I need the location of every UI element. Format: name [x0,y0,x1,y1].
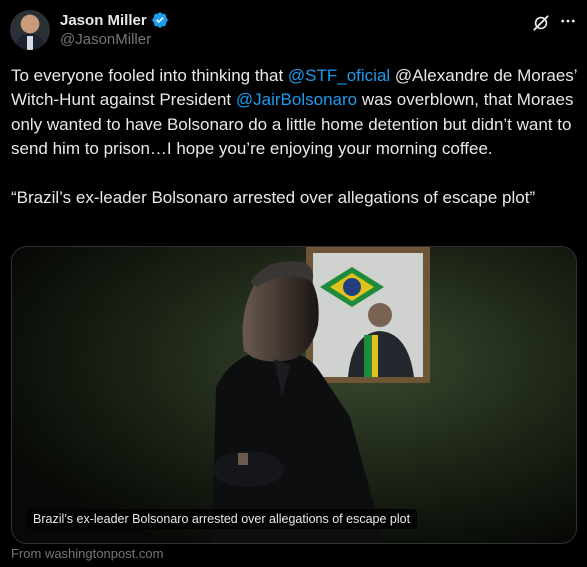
mention-jair-bolsonaro[interactable]: @JairBolsonaro [236,90,357,109]
card-caption[interactable]: Brazil’s ex-leader Bolsonaro arrested ov… [26,509,418,529]
author-name-row: Jason Miller [60,11,169,29]
author-avatar[interactable] [10,10,50,50]
article-photo [12,247,576,543]
post-text: To everyone fooled into thinking that @S… [11,64,577,210]
link-source[interactable]: From washingtonpost.com [11,546,163,561]
more-icon [561,19,575,23]
grok-icon[interactable] [531,13,551,33]
post-text-part: To everyone fooled into thinking that [11,66,288,85]
more-button[interactable] [557,10,579,32]
avatar-shirt [27,36,33,50]
link-card[interactable]: Brazil’s ex-leader Bolsonaro arrested ov… [11,246,577,544]
author-handle[interactable]: @JasonMiller [60,31,151,48]
author-name[interactable]: Jason Miller [60,12,147,29]
mention-stf-oficial[interactable]: @STF_oficial [288,66,390,85]
verified-badge-icon [152,12,168,28]
